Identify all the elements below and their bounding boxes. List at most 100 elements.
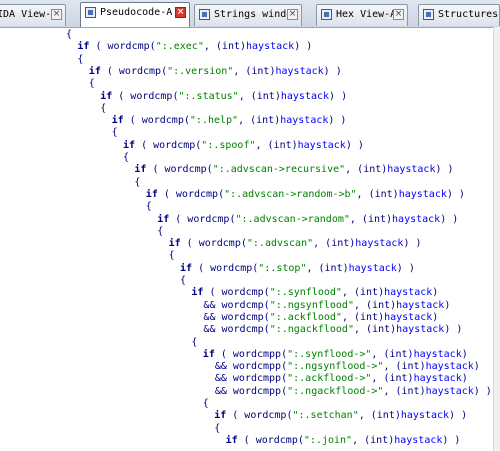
- punctuation-token: , (: [371, 373, 390, 385]
- function-token: wordcmp: [130, 90, 173, 102]
- function-token: wordcmp: [175, 188, 219, 200]
- code-line[interactable]: if ( wordcmp(":.advscan", (int)haystack)…: [169, 237, 422, 251]
- punctuation-token: (: [135, 139, 154, 151]
- code-line[interactable]: if ( wordcmp(":.version", (int)haystack)…: [89, 65, 342, 79]
- punctuation-token: ): [432, 311, 439, 323]
- function-token: wordcmp: [221, 311, 264, 323]
- punctuation-token: &&: [191, 299, 222, 311]
- code-line[interactable]: {: [157, 225, 163, 239]
- string-token: ":.ngsynflood": [269, 299, 354, 311]
- punctuation-token: , (: [358, 410, 377, 422]
- string-token: ":.ackflood->": [287, 373, 372, 385]
- structures-icon: [423, 9, 434, 20]
- code-line[interactable]: if ( wordcmp(":.spoof", (int)haystack) ): [123, 139, 364, 153]
- function-token: wordcmp: [244, 410, 287, 422]
- variable-token: haystack: [396, 299, 445, 311]
- tab-label: Pseudocode-A: [100, 7, 173, 18]
- punctuation-token: ) ): [440, 213, 459, 225]
- code-line[interactable]: {: [180, 274, 186, 288]
- code-line[interactable]: && wordcmp(":.ngackflood", (int)haystack…: [191, 323, 462, 337]
- close-tab-icon[interactable]: ×: [393, 9, 404, 20]
- function-token: wordcmp: [187, 213, 230, 225]
- code-line[interactable]: {: [134, 176, 140, 190]
- code-line[interactable]: if ( wordcmp(":.exec", (int)haystack) ): [77, 40, 312, 54]
- punctuation-token: {: [111, 127, 118, 139]
- punctuation-token: , (: [306, 262, 325, 274]
- keyword-token: if: [214, 410, 227, 422]
- string-token: ":.help": [189, 115, 239, 127]
- tab-bar: IDA View-A × Pseudocode-A × Strings window × H…: [0, 0, 500, 28]
- pseudocode-icon: [85, 7, 96, 18]
- punctuation-token: (: [169, 213, 188, 225]
- type-token: int: [324, 262, 343, 274]
- function-token: wordcmp: [153, 139, 196, 151]
- close-tab-icon[interactable]: ×: [287, 9, 298, 20]
- code-line[interactable]: {: [169, 249, 175, 263]
- pseudocode-view[interactable]: {if ( wordcmp(":.exec", (int)haystack) )…: [0, 27, 500, 451]
- tab-pseudocode-a[interactable]: Pseudocode-A ×: [80, 2, 190, 27]
- punctuation-token: , (: [255, 139, 274, 151]
- string-token: ":.join": [303, 434, 353, 446]
- code-line[interactable]: if ( wordcmp(":.setchan", (int)haystack)…: [214, 409, 467, 423]
- code-line[interactable]: {: [89, 77, 95, 91]
- punctuation-token: , (: [313, 238, 332, 250]
- string-token: ":.exec": [155, 41, 204, 53]
- punctuation-token: {: [168, 250, 175, 262]
- code-line[interactable]: {: [214, 422, 220, 436]
- keyword-token: if: [123, 139, 136, 151]
- code-line[interactable]: if ( wordcmp(":.stop", (int)haystack) ): [180, 262, 415, 276]
- code-line[interactable]: if ( wordcmp(":.join", (int)haystack) ): [226, 434, 461, 448]
- punctuation-token: {: [180, 275, 187, 286]
- punctuation-token: ) ): [442, 434, 461, 446]
- tab-label: Strings window: [214, 9, 299, 20]
- code-line[interactable]: && wordcmpp(":.ngackflood->", (int)hayst…: [203, 385, 492, 399]
- code-line[interactable]: if ( wordcmp(":.advscan->recursive", (in…: [134, 163, 453, 177]
- function-token: wordcmpp: [232, 361, 282, 373]
- function-token: wordcmp: [255, 434, 298, 446]
- tab-structures[interactable]: Structures: [418, 4, 500, 26]
- code-line[interactable]: {: [191, 336, 197, 350]
- strings-icon: [199, 9, 210, 20]
- code-line[interactable]: {: [77, 53, 83, 67]
- variable-token: haystack: [275, 65, 324, 77]
- keyword-token: if: [202, 348, 215, 360]
- punctuation-token: , (: [383, 361, 402, 373]
- code-line[interactable]: if ( wordcmp(":.status", (int)haystack) …: [100, 90, 347, 104]
- punctuation-token: , (: [353, 299, 373, 311]
- tab-strings-window[interactable]: Strings window ×: [194, 4, 302, 26]
- close-tab-icon[interactable]: ×: [51, 9, 62, 20]
- code-line[interactable]: {: [146, 200, 152, 214]
- tab-hex-view-a[interactable]: Hex View-A ×: [316, 4, 408, 26]
- punctuation-token: , (: [238, 90, 257, 102]
- vertical-scrollbar[interactable]: [493, 27, 500, 451]
- type-token: int: [360, 287, 379, 299]
- punctuation-token: ) ): [345, 139, 364, 151]
- code-line[interactable]: {: [100, 102, 106, 116]
- variable-token: haystack: [355, 238, 404, 250]
- punctuation-token: (: [226, 410, 245, 422]
- string-token: ":.ackflood": [269, 311, 342, 323]
- code-line[interactable]: {: [203, 397, 209, 411]
- punctuation-token: (: [203, 287, 222, 299]
- string-token: ":.ngackflood": [269, 324, 354, 336]
- function-token: wordcmp: [210, 262, 253, 274]
- code-line[interactable]: {: [123, 151, 129, 165]
- tab-ida-view-a[interactable]: IDA View-A ×: [0, 4, 66, 26]
- punctuation-token: , (: [341, 311, 360, 323]
- punctuation-token: , (: [349, 213, 368, 225]
- code-line[interactable]: if ( wordcmp(":.advscan->random->b", (in…: [146, 188, 465, 202]
- function-token: wordcmpp: [232, 348, 282, 360]
- code-line[interactable]: if ( wordcmp(":.advscan->random", (int)h…: [157, 213, 458, 227]
- close-tab-icon[interactable]: ×: [175, 7, 186, 18]
- code-line[interactable]: {: [112, 126, 118, 140]
- variable-token: haystack: [280, 90, 330, 102]
- punctuation-token: , (: [233, 65, 252, 77]
- code-line[interactable]: if ( wordcmp(":.help", (int)haystack) ): [112, 114, 347, 128]
- punctuation-token: &&: [202, 385, 233, 397]
- punctuation-token: ) ): [329, 90, 348, 102]
- code-line[interactable]: {: [66, 28, 72, 42]
- variable-token: haystack: [280, 115, 329, 127]
- type-token: int: [256, 90, 275, 102]
- punctuation-token: ): [432, 287, 439, 299]
- punctuation-token: ) ): [294, 41, 313, 53]
